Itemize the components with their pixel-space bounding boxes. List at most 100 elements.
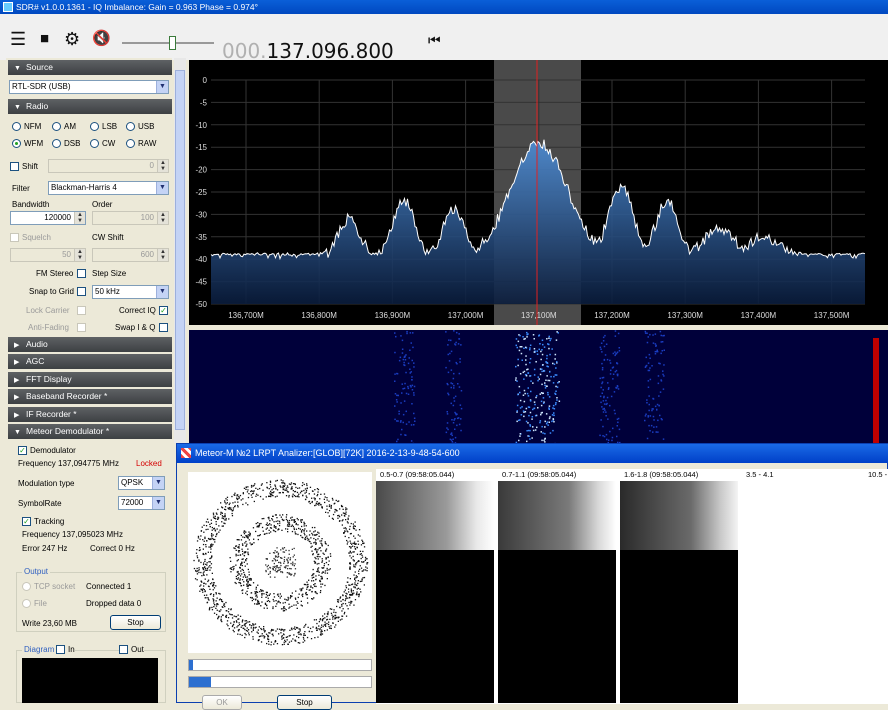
bandwidth-spinner[interactable]: 120000▲▼ xyxy=(10,211,86,225)
constellation-point xyxy=(216,605,217,606)
cw-shift-spinner[interactable]: 600▲▼ xyxy=(92,248,169,262)
constellation-point xyxy=(260,628,261,629)
constellation-point xyxy=(218,593,219,594)
section-source[interactable]: ▼Source xyxy=(8,60,172,75)
waterfall-dot xyxy=(606,344,608,346)
output-label: Output xyxy=(22,566,50,577)
step-size-select[interactable]: 50 kHz▼ xyxy=(92,285,169,299)
constellation-point xyxy=(213,513,214,514)
left-panel-scrollbar[interactable] xyxy=(174,58,186,443)
snap-checkbox[interactable] xyxy=(77,287,86,296)
mode-am[interactable]: AM xyxy=(52,121,76,132)
constellation-point xyxy=(287,487,288,488)
constellation-point xyxy=(348,519,349,520)
constellation-point xyxy=(273,568,274,569)
constellation-point xyxy=(231,509,232,510)
constellation-point xyxy=(245,541,246,542)
constellation-point xyxy=(316,630,317,631)
volume-slider[interactable] xyxy=(122,36,214,50)
mode-dsb[interactable]: DSB xyxy=(52,138,80,149)
constellation-point xyxy=(247,552,248,553)
anti-fading-checkbox[interactable] xyxy=(77,323,86,332)
modulation-select[interactable]: QPSK▼ xyxy=(118,476,165,490)
gear-icon[interactable]: ⚙ xyxy=(64,29,80,49)
constellation-point xyxy=(348,552,349,553)
device-select[interactable]: RTL-SDR (USB)▼ xyxy=(9,80,169,94)
diagram-in-checkbox[interactable]: In xyxy=(56,644,75,655)
spectrum-display[interactable]: 0-5-10-15-20-25-30-35-40-45-50136,700M13… xyxy=(189,60,888,325)
waterfall-dot xyxy=(541,440,543,442)
constellation-point xyxy=(353,586,354,587)
section-agc[interactable]: ▶AGC xyxy=(8,354,172,369)
constellation-point xyxy=(322,631,323,632)
waterfall-dot xyxy=(601,343,603,345)
channel-label-5: 10.5 - xyxy=(868,470,887,479)
constellation-point xyxy=(351,589,352,590)
mode-lsb[interactable]: LSB xyxy=(90,121,117,132)
file-radio[interactable]: File xyxy=(22,598,47,609)
diagram-out-checkbox[interactable]: Out xyxy=(119,644,144,655)
stop-icon[interactable]: ■ xyxy=(40,29,49,49)
constellation-point xyxy=(259,535,260,536)
section-fft-display[interactable]: ▶FFT Display xyxy=(8,372,172,387)
mode-cw[interactable]: CW xyxy=(90,138,115,149)
constellation-point xyxy=(320,592,321,593)
waterfall-dot xyxy=(401,429,403,431)
mute-icon[interactable]: 🔇 xyxy=(92,29,111,49)
constellation-point xyxy=(284,561,285,562)
constellation-point xyxy=(270,593,271,594)
constellation-point xyxy=(314,499,315,500)
constellation-point xyxy=(350,533,351,534)
constellation-point xyxy=(362,570,363,571)
mode-nfm[interactable]: NFM xyxy=(12,121,41,132)
section-if-recorder[interactable]: ▶IF Recorder * xyxy=(8,407,172,422)
constellation-point xyxy=(291,606,292,607)
volume-thumb[interactable] xyxy=(169,36,176,50)
constellation-point xyxy=(328,624,329,625)
constellation-point xyxy=(329,516,330,517)
constellation-point xyxy=(287,485,288,486)
tune-icon[interactable]: ⏮ xyxy=(428,30,441,50)
scroll-thumb[interactable] xyxy=(175,70,185,430)
constellation-point xyxy=(198,559,199,560)
mode-raw[interactable]: RAW xyxy=(126,138,156,149)
lock-carrier-checkbox[interactable] xyxy=(77,306,86,315)
waterfall-display[interactable] xyxy=(189,330,888,443)
constellation-point xyxy=(287,529,288,530)
correct-iq-checkbox[interactable]: ✓ xyxy=(159,306,168,315)
shift-spinner[interactable]: 0▲▼ xyxy=(48,159,169,173)
shift-checkbox[interactable]: Shift xyxy=(10,161,38,172)
squelch-checkbox[interactable]: Squelch xyxy=(10,232,51,243)
squelch-spinner[interactable]: 50▲▼ xyxy=(10,248,86,262)
mode-usb[interactable]: USB xyxy=(126,121,154,132)
constellation-point xyxy=(302,596,303,597)
tcp-socket-radio[interactable]: TCP socket xyxy=(22,581,75,592)
waterfall-dot xyxy=(551,348,553,350)
spectrum-plot[interactable]: 0-5-10-15-20-25-30-35-40-45-50136,700M13… xyxy=(189,60,888,325)
menu-icon[interactable]: ☰ xyxy=(10,29,26,49)
constellation-point xyxy=(303,638,304,639)
constellation-point xyxy=(252,623,253,624)
mode-wfm[interactable]: WFM xyxy=(12,138,43,149)
section-radio[interactable]: ▼Radio xyxy=(8,99,172,114)
tracking-checkbox[interactable]: ✓Tracking xyxy=(22,516,64,527)
order-spinner[interactable]: 100▲▼ xyxy=(92,211,169,225)
section-meteor-demodulator[interactable]: ▼Meteor Demodulator * xyxy=(8,424,172,439)
constellation-point xyxy=(300,529,301,530)
swap-iq-checkbox[interactable] xyxy=(159,323,168,332)
waterfall-dot xyxy=(602,435,604,437)
meteor-window-titlebar[interactable]: Meteor-M №2 LRPT Analizer:[GLOB][72K] 20… xyxy=(177,444,888,463)
constellation-point xyxy=(251,494,252,495)
demodulator-checkbox[interactable]: ✓Demodulator xyxy=(18,445,76,456)
filter-select[interactable]: Blackman-Harris 4▼ xyxy=(48,181,169,195)
constellation-point xyxy=(253,542,254,543)
waterfall-dot xyxy=(394,381,396,383)
waterfall-dot xyxy=(523,395,525,397)
section-audio[interactable]: ▶Audio xyxy=(8,337,172,352)
constellation-point xyxy=(278,596,279,597)
symbolrate-select[interactable]: 72000▼ xyxy=(118,496,165,510)
fm-stereo-checkbox[interactable] xyxy=(77,269,86,278)
waterfall-dot xyxy=(542,412,544,414)
section-baseband-recorder[interactable]: ▶Baseband Recorder * xyxy=(8,389,172,404)
stop-button[interactable]: Stop xyxy=(110,615,161,630)
